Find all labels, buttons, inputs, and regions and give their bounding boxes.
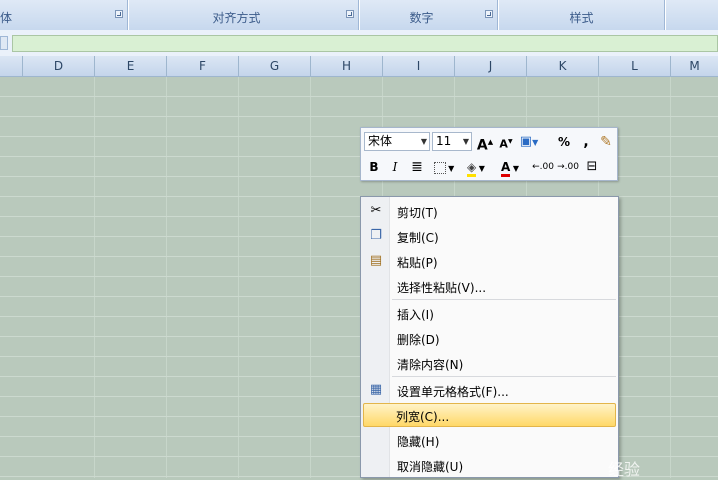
column-header[interactable]: F [167, 56, 239, 76]
select-all-corner[interactable] [0, 56, 23, 76]
font-name-value: 宋体 [368, 134, 393, 148]
paint-bucket-icon: ◈ [467, 160, 477, 177]
ribbon-group-label: 体 [0, 11, 13, 25]
column-headers: D E F G H I J K L M [0, 56, 718, 77]
ribbon-group-label: 数字 [409, 11, 434, 25]
font-color-button[interactable]: A ▼ [496, 157, 524, 177]
italic-button[interactable]: I [385, 157, 405, 177]
menu-item-label: 粘贴(P) [397, 256, 438, 270]
ribbon-group-label: 对齐方式 [212, 11, 261, 25]
menu-separator [392, 376, 616, 377]
menu-item-label: 剪切(T) [397, 206, 438, 220]
ribbon-group-font: 体 [0, 0, 128, 30]
menu-item-hide[interactable]: 隐藏(H) [363, 428, 616, 452]
percent-style-button[interactable]: % [554, 132, 574, 152]
menu-item-label: 选择性粘贴(V)... [397, 281, 487, 295]
chevron-down-icon: ▼ [532, 138, 539, 147]
dialog-launcher-icon[interactable] [346, 10, 354, 18]
paintbrush-icon: ✎ [600, 134, 612, 150]
center-align-button[interactable]: ≣ [407, 157, 427, 177]
decrease-decimal-button[interactable]: →.00 [557, 157, 579, 177]
name-box-dropdown-icon[interactable] [0, 36, 8, 50]
ribbon-group-styles: 样式 [499, 0, 665, 30]
chevron-down-icon: ▼ [510, 164, 519, 173]
column-header[interactable]: I [383, 56, 455, 76]
column-header[interactable]: H [311, 56, 383, 76]
copy-icon: ❐ [370, 228, 382, 243]
ribbon: 体 对齐方式 数字 样式 [0, 0, 718, 30]
font-size-value: 11 [436, 134, 452, 148]
shrink-font-button[interactable]: A▼ [496, 132, 516, 152]
menu-item-label: 复制(C) [397, 231, 439, 245]
merge-cells-icon: ⊟ [586, 159, 598, 174]
column-header[interactable]: J [455, 56, 527, 76]
menu-item-copy[interactable]: ❐ 复制(C) [363, 224, 616, 248]
menu-item-label: 取消隐藏(U) [397, 460, 464, 474]
menu-item-cut[interactable]: ✂ 剪切(T) [363, 199, 616, 223]
menu-item-label: 清除内容(N) [397, 358, 464, 372]
chevron-down-icon: ▼ [462, 137, 469, 146]
mini-toolbar: 宋体 ▼ 11 ▼ A▲ A▼ ▣▼ % , ✎ B I ≣ ▼ ◈ ▼ A ▼… [360, 127, 618, 181]
font-size-select[interactable]: 11 ▼ [432, 132, 472, 151]
column-header[interactable]: G [239, 56, 311, 76]
decrease-decimal-icon: →.00 [557, 162, 579, 172]
merge-center-button[interactable]: ⊟ [582, 157, 602, 177]
grow-font-button[interactable]: A▲ [475, 132, 495, 154]
increase-decimal-icon: ←.00 [532, 162, 554, 172]
menu-item-label: 列宽(C)... [396, 410, 450, 424]
format-painter-button[interactable]: ✎ [596, 132, 616, 152]
menu-item-column-width[interactable]: 列宽(C)... [363, 403, 616, 427]
font-color-icon: A [501, 160, 511, 177]
menu-item-paste[interactable]: ▤ 粘贴(P) [363, 249, 616, 273]
menu-item-paste-special[interactable]: 选择性粘贴(V)... [363, 274, 616, 298]
fill-color-button[interactable]: ◈ ▼ [462, 157, 490, 177]
font-name-select[interactable]: 宋体 ▼ [364, 132, 430, 151]
menu-item-label: 设置单元格格式(F)... [397, 385, 509, 399]
menu-item-label: 删除(D) [397, 333, 440, 347]
menu-item-clear-contents[interactable]: 清除内容(N) [363, 351, 616, 375]
column-header[interactable]: K [527, 56, 599, 76]
column-header[interactable]: E [95, 56, 167, 76]
borders-button[interactable]: ▼ [430, 157, 458, 177]
ribbon-group-cells [666, 0, 718, 30]
borders-icon [433, 161, 446, 174]
formula-input[interactable] [12, 35, 718, 52]
shrink-font-icon: A [499, 137, 508, 151]
chevron-down-icon: ▼ [445, 164, 455, 173]
align-center-icon: ≣ [411, 159, 423, 175]
menu-item-unhide[interactable]: 取消隐藏(U) [363, 453, 616, 477]
column-header[interactable]: D [23, 56, 95, 76]
comma-style-button[interactable]: , [576, 132, 596, 152]
chevron-down-icon: ▼ [420, 137, 427, 146]
format-cells-icon: ▦ [369, 382, 383, 397]
formula-bar [0, 30, 718, 56]
column-header[interactable]: L [599, 56, 671, 76]
scissors-icon: ✂ [370, 203, 382, 218]
column-header[interactable]: M [671, 56, 718, 76]
menu-item-insert[interactable]: 插入(I) [363, 301, 616, 325]
paste-icon: ▤ [369, 253, 383, 268]
grow-font-icon: A [476, 137, 488, 154]
bold-button[interactable]: B [364, 157, 384, 177]
menu-separator [392, 299, 616, 300]
currency-icon: ▣ [519, 134, 533, 149]
dialog-launcher-icon[interactable] [485, 10, 493, 18]
menu-item-delete[interactable]: 删除(D) [363, 326, 616, 350]
watermark: 经验 [608, 460, 641, 479]
ribbon-group-number: 数字 [360, 0, 498, 30]
ribbon-group-alignment: 对齐方式 [129, 0, 359, 30]
accounting-format-button[interactable]: ▣▼ [519, 132, 539, 152]
context-menu: ✂ 剪切(T) ❐ 复制(C) ▤ 粘贴(P) 选择性粘贴(V)... 插入(I… [360, 196, 619, 478]
dialog-launcher-icon[interactable] [115, 10, 123, 18]
chevron-down-icon: ▼ [476, 164, 485, 173]
ribbon-group-label: 样式 [569, 11, 594, 25]
menu-item-label: 隐藏(H) [397, 435, 440, 449]
menu-item-format-cells[interactable]: ▦ 设置单元格格式(F)... [363, 378, 616, 402]
menu-item-label: 插入(I) [397, 308, 434, 322]
increase-decimal-button[interactable]: ←.00 [532, 157, 554, 177]
